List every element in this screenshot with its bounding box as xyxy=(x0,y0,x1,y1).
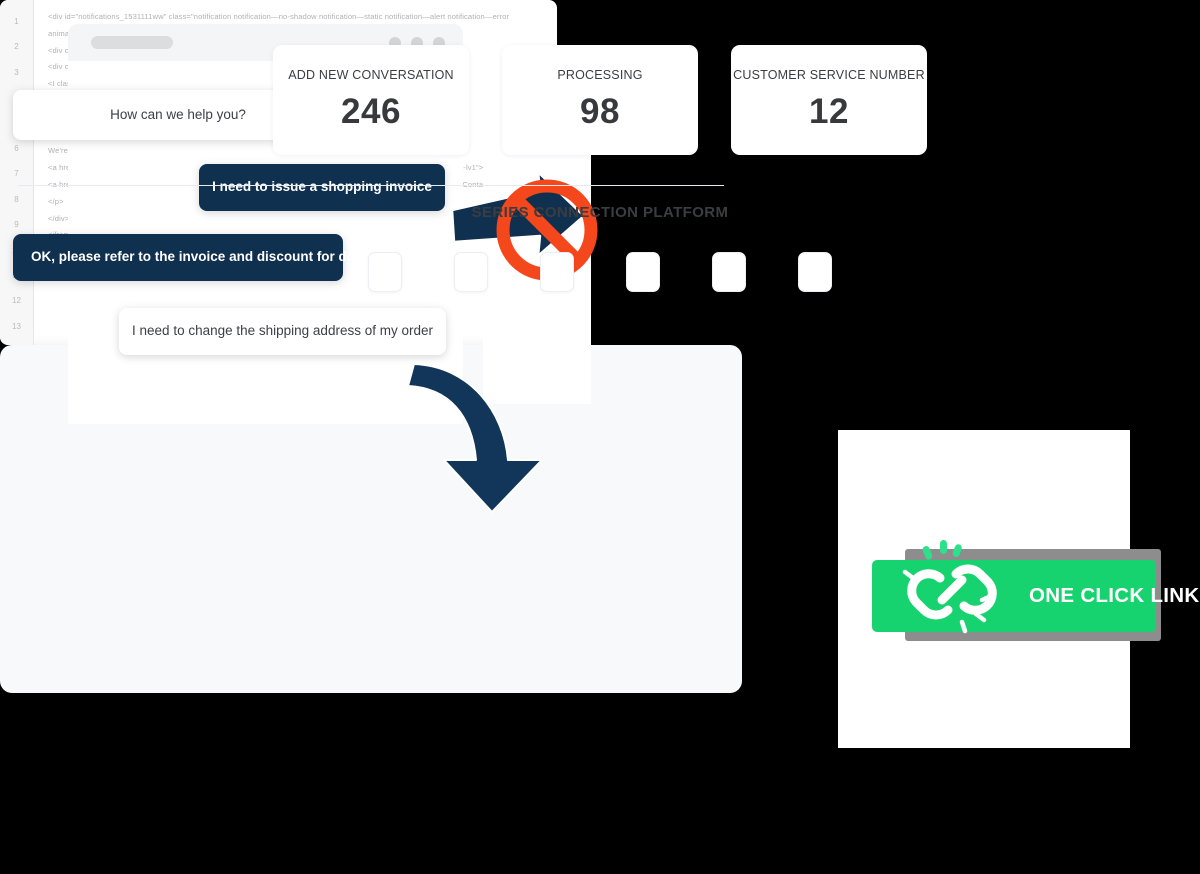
chat-bubble-user-followup: I need to change the shipping address of… xyxy=(119,308,446,355)
screenshot-stage: How can we help you? I need to issue a s… xyxy=(0,0,1200,874)
code-line-number: 7 xyxy=(14,169,19,179)
one-click-link-label: ONE CLICK LINK xyxy=(1029,584,1200,607)
chain-link-icon xyxy=(902,540,997,634)
code-line-number: 13 xyxy=(12,321,21,331)
code-line-number: 12 xyxy=(12,296,21,306)
one-click-link-button[interactable]: ONE CLICK LINK xyxy=(872,540,1199,634)
code-line-number: 1 xyxy=(14,17,19,26)
curved-down-arrow-icon xyxy=(407,363,543,513)
